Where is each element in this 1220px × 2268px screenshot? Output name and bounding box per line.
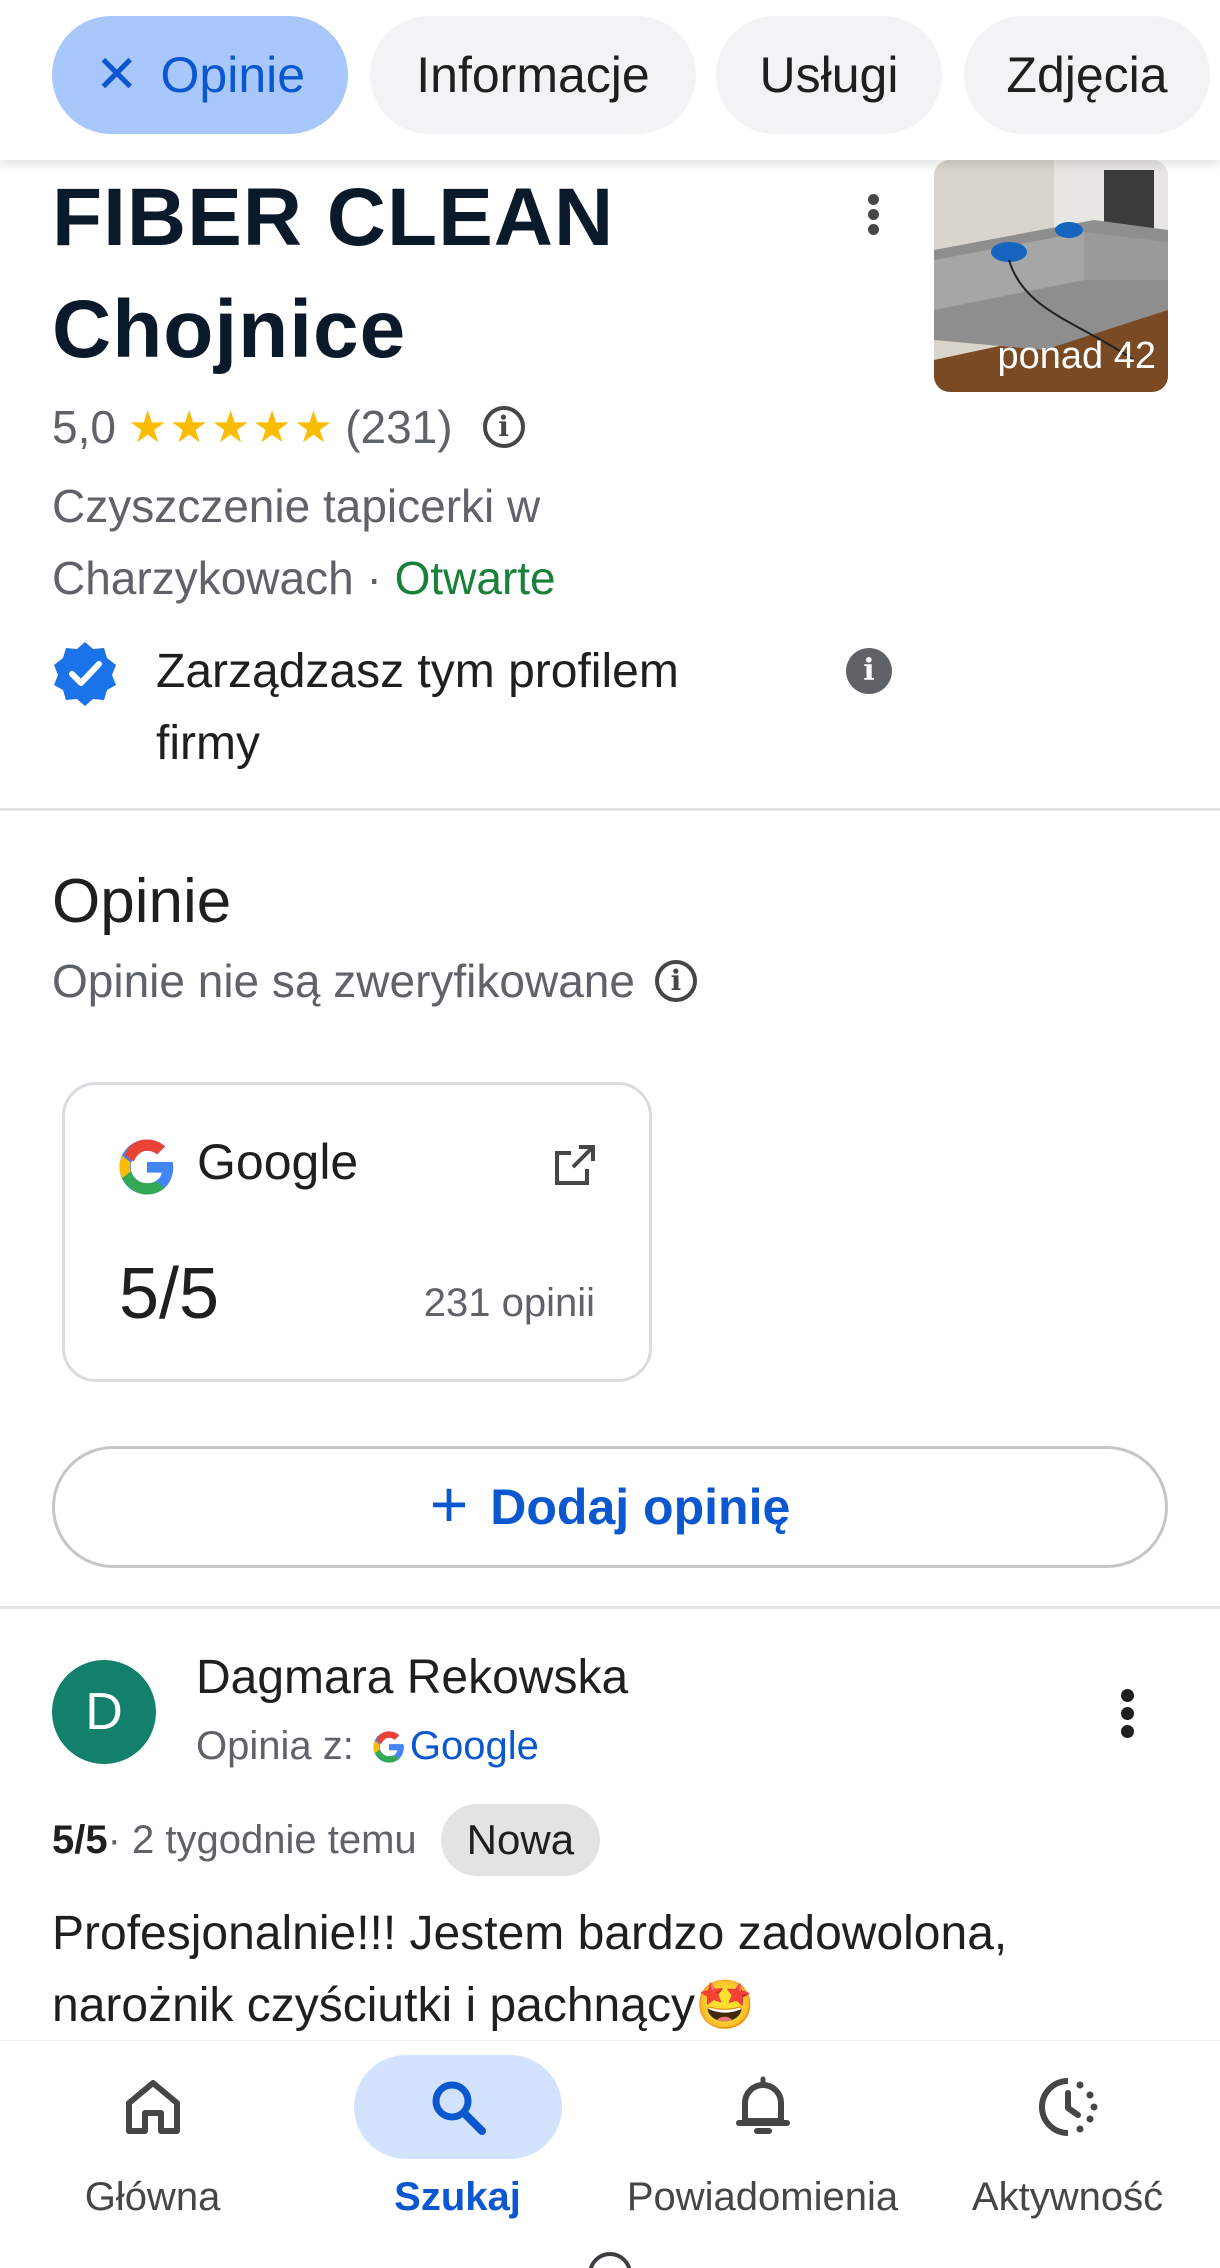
activity-icon bbox=[1038, 2078, 1097, 2136]
nav-item-notifications[interactable]: Powiadomienia bbox=[610, 2041, 915, 2268]
business-name: FIBER CLEAN Chojnice bbox=[52, 162, 812, 386]
home-icon bbox=[125, 2080, 180, 2134]
info-icon[interactable]: i bbox=[482, 406, 525, 448]
google-logo-icon bbox=[119, 1139, 174, 1195]
filter-chip-bar: ✕ Opinie Informacje Usługi Zdjęcia bbox=[0, 0, 1220, 160]
source-prefix: Opinia z: bbox=[196, 1724, 354, 1768]
source-score: 5/5 bbox=[119, 1254, 220, 1334]
nav-label: Powiadomienia bbox=[626, 2175, 899, 2219]
bell-icon bbox=[735, 2076, 790, 2134]
verified-badge-icon bbox=[54, 642, 116, 706]
review-meta: 5/5 · 2 tygodnie temu Nowa bbox=[52, 1804, 601, 1876]
add-review-label: Dodaj opinię bbox=[490, 1479, 791, 1535]
close-icon[interactable]: ✕ bbox=[95, 45, 139, 105]
google-logo-icon bbox=[373, 1730, 404, 1763]
rating-summary[interactable]: 5,0 ★★★★★ (231) i bbox=[52, 400, 525, 454]
nav-item-home[interactable]: Główna bbox=[0, 2041, 305, 2268]
source-review-count: 231 opinii bbox=[423, 1281, 595, 1325]
chip-label: Usługi bbox=[759, 47, 899, 103]
business-category: Czyszczenie tapicerki w Charzykowach · O… bbox=[52, 470, 752, 614]
bottom-navigation: Główna Szukaj Powiadomienia Aktywność bbox=[0, 2040, 1220, 2268]
info-filled-icon[interactable]: i bbox=[846, 648, 892, 694]
review-more-options-icon[interactable] bbox=[1112, 1684, 1142, 1744]
new-badge: Nowa bbox=[440, 1804, 601, 1876]
review-score: 5/5 bbox=[52, 1817, 108, 1862]
nav-item-search[interactable]: Szukaj bbox=[305, 2041, 610, 2268]
chip-opinie[interactable]: ✕ Opinie bbox=[52, 16, 348, 134]
business-photo-thumbnail[interactable]: ponad 42 bbox=[934, 160, 1168, 392]
info-icon[interactable]: i bbox=[654, 960, 697, 1002]
chip-zdjecia[interactable]: Zdjęcia bbox=[964, 16, 1210, 134]
add-review-button[interactable]: + Dodaj opinię bbox=[52, 1446, 1168, 1568]
source-name: Google bbox=[197, 1134, 359, 1190]
review-text: Profesjonalnie!!! Jestem bardzo zadowolo… bbox=[52, 1907, 1008, 2032]
rating-value: 5,0 bbox=[52, 401, 116, 453]
nav-label: Aktywność bbox=[971, 2175, 1164, 2219]
review-source: Opinia z: Google bbox=[196, 1724, 539, 1769]
source-link[interactable]: Google bbox=[410, 1724, 539, 1769]
manage-profile-text: Zarządzasz tym profilem firmy bbox=[156, 645, 679, 770]
section-subtitle: Opinie nie są zweryfikowane i bbox=[52, 954, 697, 1008]
separator: · bbox=[353, 552, 395, 604]
chip-informacje[interactable]: Informacje bbox=[370, 16, 696, 134]
open-external-icon[interactable] bbox=[551, 1141, 599, 1189]
business-name-line1: FIBER CLEAN bbox=[52, 172, 615, 263]
nav-label: Szukaj bbox=[394, 2175, 521, 2219]
review-count: (231) bbox=[345, 401, 453, 453]
chip-label: Informacje bbox=[416, 47, 650, 103]
open-status: Otwarte bbox=[394, 552, 556, 604]
unverified-text: Opinie nie są zweryfikowane bbox=[52, 955, 635, 1007]
review-time: · 2 tygodnie temu bbox=[107, 1817, 417, 1862]
google-rating-card[interactable]: Google 5/5 231 opinii bbox=[62, 1082, 652, 1382]
reviewer-name[interactable]: Dagmara Rekowska bbox=[196, 1650, 628, 1705]
avatar[interactable]: D bbox=[52, 1660, 156, 1764]
divider bbox=[0, 1606, 1220, 1609]
nav-label: Główna bbox=[84, 2175, 221, 2219]
star-rating-icon: ★★★★★ bbox=[127, 402, 336, 452]
search-icon bbox=[432, 2081, 486, 2135]
plus-icon: + bbox=[429, 1467, 469, 1541]
section-title: Opinie bbox=[52, 867, 232, 936]
more-options-icon[interactable] bbox=[858, 190, 888, 240]
chip-label: Zdjęcia bbox=[1006, 47, 1168, 103]
chip-label: Opinie bbox=[160, 47, 306, 103]
divider bbox=[0, 808, 1220, 811]
photo-count-label: ponad 42 bbox=[997, 335, 1157, 377]
nav-item-activity[interactable]: Aktywność bbox=[915, 2041, 1220, 2268]
business-name-line2: Chojnice bbox=[52, 284, 407, 375]
chip-uslugi[interactable]: Usługi bbox=[716, 16, 942, 134]
